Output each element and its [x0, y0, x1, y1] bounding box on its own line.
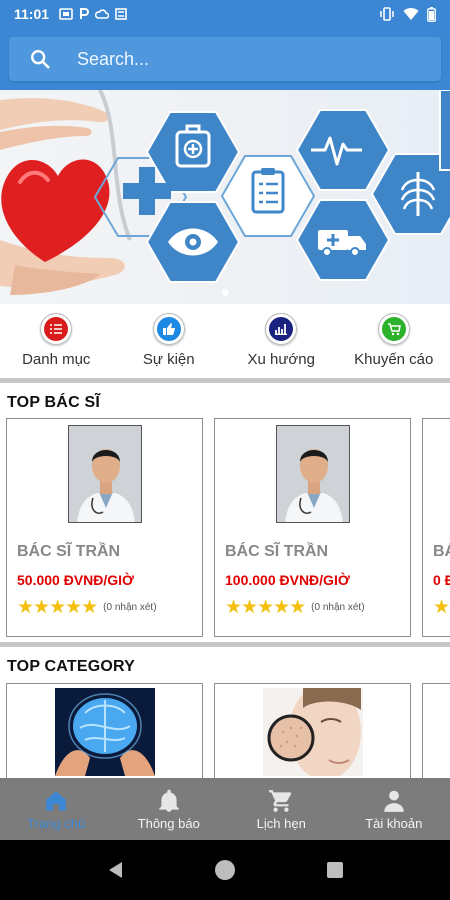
quick-menu-item-xu-huong[interactable]: Xu hướng: [225, 304, 338, 378]
notification-icons: [59, 8, 127, 20]
nav-label: Tài khoản: [365, 815, 423, 831]
nav-notifications[interactable]: Thông báo: [113, 778, 226, 840]
thumbs-up-icon: [152, 313, 185, 345]
category-card[interactable]: [6, 683, 203, 778]
quick-menu-label: Khuyến cáo: [354, 351, 434, 368]
quick-menu: Danh mục Sự kiện Xu hướng Khuyến cáo: [0, 304, 450, 378]
skin-icon: [263, 688, 363, 776]
doctor-price: 0 Đ: [433, 572, 450, 588]
recents-icon[interactable]: [326, 861, 344, 879]
bell-icon: [159, 789, 179, 812]
doctor-photo: [68, 425, 142, 523]
star-rating: ★★★★★: [225, 597, 306, 618]
vibrate-icon: [380, 7, 394, 21]
doctor-rating: ★★★★★ (0 nhận xét): [225, 596, 365, 619]
search-box[interactable]: [9, 37, 441, 81]
doctor-photo: [276, 425, 350, 523]
doctor-card[interactable]: BÁC SĨ TRẦN 50.000 ĐVNĐ/GIỜ ★★★★★ (0 nhậ…: [6, 418, 203, 637]
top-category-list: [0, 683, 450, 778]
doctor-rating: ★: [433, 596, 450, 619]
status-time: 11:01: [14, 6, 50, 22]
star-rating: ★: [433, 597, 450, 618]
top-doctors-title: TOP BÁC SĨ: [7, 394, 100, 411]
banner-dot[interactable]: [221, 289, 229, 296]
medical-banner-image: [0, 90, 450, 295]
quick-menu-item-su-kien[interactable]: Sự kiện: [113, 304, 226, 378]
doctor-name: BÁC SĨ TRẦN: [17, 543, 121, 560]
review-count: (0 nhận xét): [311, 602, 365, 613]
star-rating: ★★★★★: [17, 597, 98, 618]
battery-icon: [427, 6, 436, 22]
doctor-rating: ★★★★★ (0 nhận xét): [17, 596, 157, 619]
doctor-name: BÁC SĨ TRẦN: [225, 543, 329, 560]
quick-menu-label: Xu hướng: [247, 351, 315, 368]
system-navigation-bar: [0, 840, 450, 900]
search-input[interactable]: [77, 48, 377, 70]
cart-icon: [269, 789, 292, 812]
quick-menu-label: Sự kiện: [142, 351, 195, 368]
sim-notification-icon: [59, 8, 73, 20]
top-category-title: TOP CATEGORY: [7, 658, 136, 675]
category-card[interactable]: [214, 683, 411, 778]
quick-menu-item-danh-muc[interactable]: Danh mục: [0, 304, 113, 378]
doctor-price: 100.000 ĐVNĐ/GIỜ: [225, 572, 350, 588]
promo-banner[interactable]: [0, 90, 450, 304]
cart-icon: [377, 313, 410, 345]
bar-chart-icon: [265, 313, 298, 345]
person-icon: [384, 790, 404, 812]
banner-pagination: [0, 289, 450, 296]
nav-appointments[interactable]: Lịch hẹn: [225, 778, 338, 840]
p-notification-icon: [80, 8, 89, 19]
home-circle-icon[interactable]: [214, 859, 236, 881]
cloud-notification-icon: [95, 9, 110, 19]
nav-label: Thông báo: [137, 815, 200, 831]
doctor-card[interactable]: BÁ 0 Đ ★: [422, 418, 450, 637]
back-icon[interactable]: [106, 860, 124, 880]
review-count: (0 nhận xét): [103, 602, 157, 613]
nav-label: Trang chủ: [27, 815, 86, 831]
list-icon: [40, 313, 73, 345]
nav-account[interactable]: Tài khoản: [338, 778, 450, 840]
doctor-price: 50.000 ĐVNĐ/GIỜ: [17, 572, 134, 588]
nav-label: Lịch hẹn: [256, 815, 306, 831]
bottom-navigation: Trang chủ Thông báo Lịch hẹn Tài khoản: [0, 778, 450, 840]
search-bar: [0, 28, 450, 90]
status-bar: 11:01: [0, 0, 450, 28]
home-icon: [46, 790, 66, 811]
brain-icon: [55, 688, 155, 776]
doctor-card[interactable]: BÁC SĨ TRẦN 100.000 ĐVNĐ/GIỜ ★★★★★ (0 nh…: [214, 418, 411, 637]
wifi-icon: [403, 8, 419, 20]
category-card[interactable]: [422, 683, 450, 778]
doctor-name: BÁ: [433, 543, 450, 560]
vpn-notification-icon: [115, 8, 127, 20]
quick-menu-item-khuyen-cao[interactable]: Khuyến cáo: [338, 304, 450, 378]
search-icon[interactable]: [29, 48, 51, 70]
quick-menu-label: Danh mục: [22, 351, 91, 368]
section-divider: [0, 642, 450, 647]
nav-home[interactable]: Trang chủ: [0, 778, 113, 840]
section-divider: [0, 378, 450, 383]
system-icons: [379, 6, 436, 22]
top-doctors-list: BÁC SĨ TRẦN 50.000 ĐVNĐ/GIỜ ★★★★★ (0 nhậ…: [0, 418, 450, 638]
